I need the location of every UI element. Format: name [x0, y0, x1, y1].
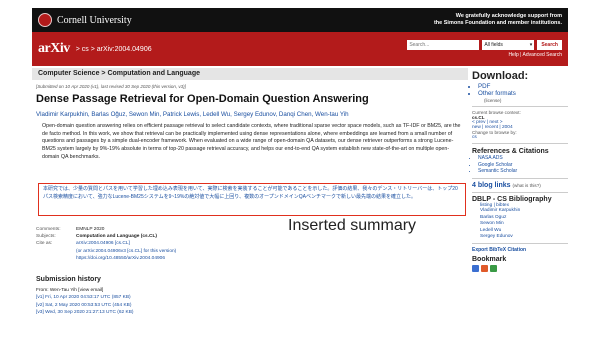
submission-history: Submission history From: Wen-Tau Yih [vi…	[36, 275, 134, 317]
comments-value: EMNLP 2020	[76, 227, 105, 232]
divider	[472, 243, 568, 245]
metadata-table: Comments: EMNLP 2020 Subjects: Computati…	[36, 227, 177, 262]
cornell-name[interactable]: Cornell University	[57, 15, 132, 26]
download-other-link[interactable]: Other formats	[478, 90, 568, 97]
search-area: All fields ▾ Search Help | Advanced Sear…	[407, 40, 562, 58]
cornell-header: Cornell University We gratefully acknowl…	[32, 8, 568, 32]
download-pdf-link[interactable]: PDF	[478, 83, 568, 90]
chevron-down-icon: ▾	[529, 42, 533, 48]
references-list: NASA ADS Google Scholar Semantic Scholar	[472, 155, 568, 175]
cite-as-link[interactable]: arXiv:2004.04906 [cs.CL]	[76, 240, 130, 247]
authors-list[interactable]: Vladimir Karpukhin, Barlas Oğuz, Sewon M…	[36, 111, 349, 118]
breadcrumb[interactable]: > cs > arXiv:2004.04906	[76, 46, 152, 53]
inserted-summary-label: Inserted summary	[288, 217, 417, 234]
paper-title: Dense Passage Retrieval for Open-Domain …	[36, 93, 369, 105]
sidebar: Download: PDF Other formats (license) Cu…	[472, 70, 568, 273]
arxiv-header: arXiv > cs > arXiv:2004.04906 All fields…	[32, 32, 568, 66]
export-bibtex-link[interactable]: Export BibTeX Citation	[472, 247, 568, 253]
download-title: Download:	[472, 70, 529, 82]
dblp-author[interactable]: Sergey Edunov	[480, 234, 568, 240]
divider	[472, 105, 568, 107]
history-v3[interactable]: [v3] Wed, 30 Sep 2020 21:27:13 UTC (62 K…	[36, 309, 134, 316]
divider	[472, 142, 568, 144]
license-link[interactable]: (license)	[472, 98, 568, 103]
search-field-select[interactable]: All fields ▾	[482, 40, 535, 50]
nasa-ads-link[interactable]: NASA ADS	[478, 155, 568, 162]
bookmark-service-icon[interactable]	[490, 265, 497, 273]
subjects-value: Computation and Language (cs.CL)	[76, 234, 158, 240]
download-list: PDF Other formats	[472, 83, 568, 98]
submission-dates: [Submitted on 10 Apr 2020 (v1), last rev…	[36, 84, 186, 89]
cite-version-link[interactable]: (or arXiv:2004.04906v3 [cs.CL] for this …	[76, 248, 176, 255]
bookmark-service-icon[interactable]	[481, 265, 488, 273]
arxiv-logo[interactable]: arXiv	[38, 41, 70, 57]
history-v1[interactable]: [v1] Fri, 10 Apr 2020 04:53:17 UTC (857 …	[36, 294, 134, 301]
subject-bar: Computer Science > Computation and Langu…	[32, 68, 468, 80]
divider	[472, 192, 568, 194]
dblp-authors: Vladimir Karpukhin Barlas Oguz Sewon Min…	[472, 208, 568, 240]
cornell-seal-icon[interactable]	[38, 13, 52, 27]
change-browse-link[interactable]: cs	[472, 135, 568, 140]
doi-link[interactable]: https://doi.org/10.48550/arXiv.2004.0490…	[76, 255, 165, 262]
history-from[interactable]: From: Wen-Tau Yih [view email]	[36, 287, 134, 294]
bookmark-icons	[472, 265, 568, 273]
history-title: Submission history	[36, 276, 101, 283]
google-scholar-link[interactable]: Google Scholar	[478, 162, 568, 169]
semantic-scholar-link[interactable]: Semantic Scholar	[478, 168, 568, 175]
history-v2[interactable]: [v2] Sat, 2 May 2020 00:53:53 UTC (454 K…	[36, 302, 134, 309]
divider	[472, 178, 568, 180]
references-title: References & Citations	[472, 147, 549, 155]
bookmark-title: Bookmark	[472, 256, 507, 264]
search-input[interactable]	[407, 40, 480, 50]
abstract: Open-domain question answering relies on…	[42, 123, 461, 160]
help-links[interactable]: Help | Advanced Search	[508, 52, 562, 58]
search-button[interactable]: Search	[537, 40, 562, 50]
inserted-summary-box: 本研究では、少量の質問とパスを用いて学習した埋め込み表現を用いて、実際に検索を実…	[38, 183, 466, 216]
acknowledgement: We gratefully acknowledge support from t…	[433, 13, 562, 26]
blog-links: 4 blog links (what is this?)	[472, 182, 541, 190]
bookmark-service-icon[interactable]	[472, 265, 479, 273]
